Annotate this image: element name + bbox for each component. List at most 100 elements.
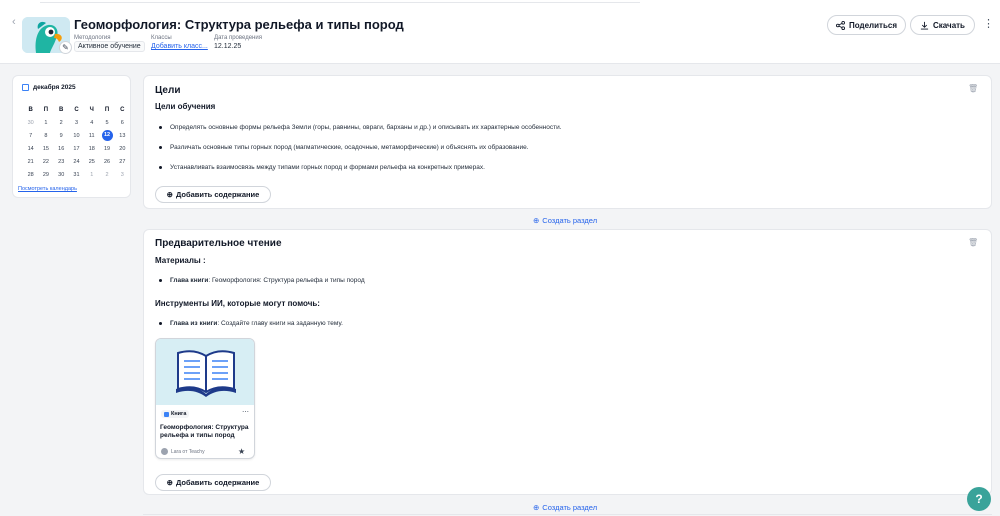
add-class-link[interactable]: Добавить класс...	[151, 43, 208, 50]
calendar-day[interactable]: 2	[54, 120, 69, 126]
book-badge-icon	[164, 411, 169, 417]
calendar-day[interactable]: 17	[69, 146, 84, 152]
calendar-day[interactable]: 16	[54, 146, 69, 152]
methodology-value[interactable]: Активное обучение	[74, 41, 145, 52]
download-button[interactable]: Скачать	[910, 15, 975, 35]
calendar-day[interactable]: 19	[99, 146, 114, 152]
calendar-week-row: 14 15 16 17 18 19 20	[23, 142, 130, 155]
plus-circle-icon: ⊕	[166, 478, 173, 487]
resource-type-badge: Книга	[161, 410, 190, 418]
calendar-day[interactable]: 9	[54, 133, 69, 139]
goal-item-text: Устанавливать взаимосвязь между типами г…	[170, 164, 485, 171]
calendar-week-row: 21 22 23 24 25 26 27	[23, 155, 130, 168]
calendar-day-selected[interactable]: 12	[101, 130, 113, 141]
resource-card[interactable]: Книга ⋯ Геоморфология: Структура рельефа…	[155, 338, 255, 459]
calendar-day[interactable]: 13	[115, 133, 130, 139]
calendar-day[interactable]: 20	[115, 146, 130, 152]
calendar-day[interactable]: 3	[115, 172, 130, 178]
calendar-day[interactable]: 30	[54, 172, 69, 178]
favorite-star-icon[interactable]: ★	[238, 447, 245, 456]
calendar-day[interactable]: 12	[99, 130, 114, 141]
download-label: Скачать	[933, 20, 965, 30]
resource-author: Lara от Teachy	[161, 448, 205, 455]
classes-value[interactable]: Добавить класс...	[151, 43, 208, 50]
methodology-badge[interactable]: Активное обучение	[74, 41, 145, 52]
bullet-dot	[159, 125, 162, 129]
more-options-icon[interactable]: ⋮	[983, 17, 994, 30]
edit-avatar-icon[interactable]: ✎	[59, 41, 72, 54]
calendar-day[interactable]: 10	[69, 133, 84, 139]
calendar-day[interactable]: 1	[38, 120, 53, 126]
calendar-day[interactable]: 21	[23, 159, 38, 165]
calendar-day[interactable]: 15	[38, 146, 53, 152]
plus-circle-icon: ⊕	[533, 503, 540, 512]
calendar-weekday-row: ВПВСЧПС	[23, 103, 130, 116]
calendar-day[interactable]: 3	[69, 120, 84, 126]
resource-title: Геоморфология: Структура рельефа и типы …	[160, 424, 249, 439]
tool-item: Глава из книги: Создайте главу книги на …	[159, 320, 343, 327]
calendar-day[interactable]: 6	[115, 120, 130, 126]
tool-item-bold: Глава из книги	[170, 320, 218, 327]
top-divider	[40, 0, 640, 3]
bullet-dot	[159, 165, 162, 169]
calendar-icon	[22, 84, 29, 91]
delete-section-icon[interactable]: 🗑	[968, 84, 978, 93]
tools-title: Инструменты ИИ, которые могут помочь:	[155, 299, 320, 308]
create-section-label: Создать раздел	[542, 216, 598, 225]
date-label: Дата проведения	[214, 35, 262, 41]
share-icon	[835, 20, 845, 30]
back-chevron-icon[interactable]: ‹	[12, 16, 16, 28]
material-item: Глава книги: Геоморфология: Структура ре…	[159, 277, 365, 284]
view-calendar-link[interactable]: Посмотреть календарь	[18, 186, 77, 192]
calendar-day[interactable]: 11	[84, 133, 99, 139]
author-avatar	[161, 448, 168, 455]
bullet-dot	[159, 278, 162, 282]
calendar-weekday: В	[28, 106, 33, 113]
classes-label: Классы	[151, 35, 172, 41]
calendar-day[interactable]: 4	[84, 120, 99, 126]
calendar-day[interactable]: 14	[23, 146, 38, 152]
calendar-day[interactable]: 31	[69, 172, 84, 178]
calendar-day[interactable]: 26	[99, 159, 114, 165]
delete-section-icon[interactable]: 🗑	[968, 238, 978, 247]
calendar-day[interactable]: 29	[38, 172, 53, 178]
card-menu-icon[interactable]: ⋯	[242, 408, 249, 416]
calendar-weekday: Ч	[89, 106, 94, 113]
calendar-day[interactable]: 22	[38, 159, 53, 165]
calendar-day[interactable]: 18	[84, 146, 99, 152]
goals-section: Цели 🗑 Цели обучения Определять основные…	[143, 75, 992, 209]
calendar-day[interactable]: 28	[23, 172, 38, 178]
add-content-button[interactable]: ⊕ Добавить содержание	[155, 474, 271, 491]
calendar-grid: В П В С Ч П С 30 1 2 3 4 5 6 7 8 9 10 11 12 13 14 15 16 17 18 19 20…	[23, 103, 130, 181]
calendar-weekday: С	[120, 106, 125, 113]
calendar-day[interactable]: 27	[115, 159, 130, 165]
calendar-day[interactable]: 24	[69, 159, 84, 165]
resource-type-label: Книга	[171, 411, 187, 417]
tool-item-text: : Создайте главу книги на заданную тему.	[217, 320, 343, 327]
book-icon	[156, 339, 254, 405]
bullet-dot	[159, 145, 162, 149]
calendar-day[interactable]: 5	[99, 120, 114, 126]
calendar-day[interactable]: 8	[38, 133, 53, 139]
calendar-week-row: 30 1 2 3 4 5 6	[23, 116, 130, 129]
calendar-day[interactable]: 23	[54, 159, 69, 165]
calendar-day[interactable]: 7	[23, 133, 38, 139]
plus-circle-icon: ⊕	[166, 190, 173, 199]
plus-circle-icon: ⊕	[533, 216, 540, 225]
goal-item: Устанавливать взаимосвязь между типами г…	[159, 164, 485, 171]
create-section-button[interactable]: ⊕ Создать раздел	[533, 503, 597, 512]
calendar-day[interactable]: 30	[23, 120, 38, 126]
book-image	[156, 339, 254, 405]
calendar-day[interactable]: 2	[99, 172, 114, 178]
calendar-weekday: П	[43, 106, 49, 113]
help-button[interactable]: ?	[967, 487, 991, 511]
pre-reading-title: Предварительное чтение	[155, 238, 282, 249]
create-section-button[interactable]: ⊕ Создать раздел	[533, 216, 597, 225]
share-button[interactable]: Поделиться	[827, 15, 906, 35]
material-item-text: : Геоморфология: Структура рельефа и тип…	[208, 277, 365, 284]
goal-item-text: Определять основные формы рельефа Земли …	[170, 124, 562, 131]
mini-calendar: декабря 2025 В П В С Ч П С 30 1 2 3 4 5 6 7 8 9 10 11 12 13 1…	[12, 75, 131, 198]
add-content-button[interactable]: ⊕ Добавить содержание	[155, 186, 271, 203]
calendar-day[interactable]: 1	[84, 172, 99, 178]
calendar-day[interactable]: 25	[84, 159, 99, 165]
